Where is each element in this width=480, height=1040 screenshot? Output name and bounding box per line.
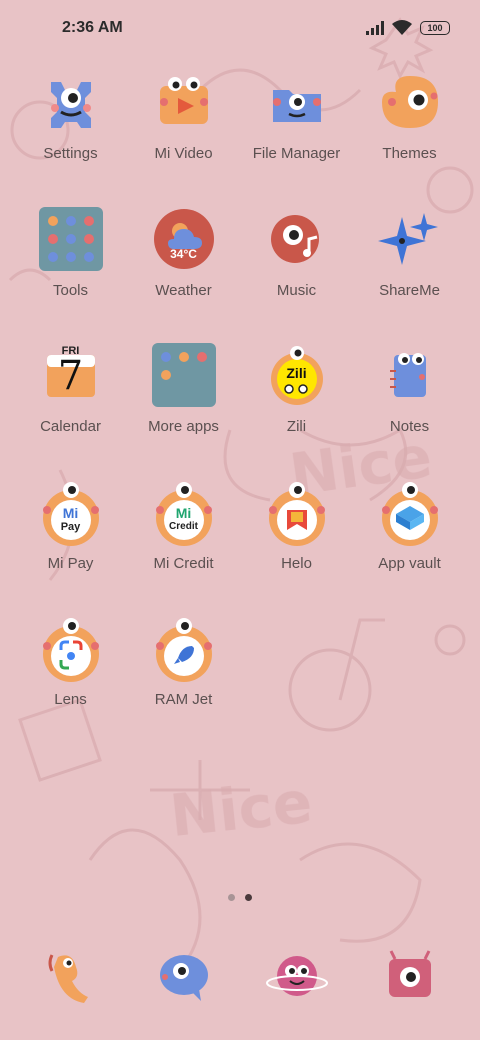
rocket-icon [150,614,218,682]
video-icon [150,68,218,136]
folder-icon [263,68,331,136]
helo-icon [263,478,331,546]
app-lens[interactable]: Lens [14,614,127,751]
battery-level: 100 [427,23,443,33]
dock-camera[interactable] [353,940,466,1012]
messages-icon [159,955,208,1001]
weather-temp: 34°C [170,246,197,261]
app-label: Helo [281,554,312,572]
status-bar: 2:36 AM 100 [0,0,480,56]
tools-folder-icon [37,205,105,273]
wifi-icon [392,20,412,35]
app-music[interactable]: Music [240,205,353,342]
app-mi-pay[interactable]: Mi Pay Mi Pay [14,478,127,615]
app-label: RAM Jet [154,691,213,708]
app-more-apps-folder[interactable]: More apps [127,341,240,478]
app-label: App vault [378,554,441,572]
app-label: Tools [52,281,89,299]
app-ram-jet[interactable]: RAM Jet [127,614,240,751]
mi-pay-bottom: Pay [60,520,81,533]
page-dot-2-active[interactable] [245,894,252,901]
page-indicator [0,894,480,901]
mi-pay-top: Mi [62,504,79,521]
app-settings[interactable]: Settings [14,68,127,205]
app-label: Settings [43,145,98,162]
camera-icon [388,950,431,997]
app-mi-credit[interactable]: Mi Credit Mi Credit [127,478,240,615]
app-shareme[interactable]: ShareMe [353,205,466,342]
app-label: Weather [155,281,212,299]
app-weather[interactable]: 34°C Weather [127,205,240,342]
app-mi-video[interactable]: Mi Video [127,68,240,205]
app-label: Lens [54,691,87,708]
app-label: ShareMe [379,281,440,299]
weather-icon: 34°C [150,205,218,273]
dock-messages[interactable] [127,940,240,1012]
app-file-manager[interactable]: File Manager [240,68,353,205]
page-dot-1[interactable] [228,894,235,901]
notes-icon [376,341,444,409]
phone-icon [48,954,88,1003]
zili-text: Zili [286,365,307,381]
calendar-date: 7 [57,353,84,399]
app-themes[interactable]: Themes [353,68,466,205]
sparkle-icon [376,205,444,273]
app-label: More apps [148,418,219,435]
mi-credit-top: Mi [175,504,192,521]
app-label: Calendar [40,418,101,435]
app-vault-icon [376,478,444,546]
music-icon [263,205,331,273]
app-label: Themes [382,145,437,162]
status-time: 2:36 AM [62,19,123,36]
app-label: Notes [389,418,430,435]
app-zili[interactable]: Zili Zili [240,341,353,478]
app-label: Music [276,281,317,299]
status-icons: 100 [366,20,450,36]
mi-pay-icon: Mi Pay [37,478,105,546]
app-app-vault[interactable]: App vault [353,478,466,615]
signal-icon [366,21,384,35]
svg-text:Nice: Nice [167,768,315,850]
lens-icon [37,614,105,682]
settings-icon [37,68,105,136]
app-calendar[interactable]: FRI 7 Calendar [14,341,127,478]
more-apps-folder-icon [150,341,218,409]
dock-browser[interactable] [240,940,353,1012]
app-helo[interactable]: Helo [240,478,353,615]
app-label: Mi Video [154,145,213,162]
mi-credit-icon: Mi Credit [150,478,218,546]
app-tools-folder[interactable]: Tools [14,205,127,342]
dock [14,940,466,1012]
palette-icon [376,68,444,136]
zili-icon: Zili [263,341,331,409]
calendar-icon: FRI 7 [37,341,105,409]
dock-phone[interactable] [14,940,127,1012]
mi-credit-bottom: Credit [169,520,198,532]
app-notes[interactable]: Notes [353,341,466,478]
browser-icon [265,956,328,996]
app-label: File Manager [252,145,341,162]
app-grid: Settings Mi Video File Manager Themes To… [14,68,466,751]
app-label: Zili [286,418,307,435]
battery-icon: 100 [420,21,450,35]
app-label: Mi Credit [153,554,214,572]
app-label: Mi Pay [47,554,94,572]
